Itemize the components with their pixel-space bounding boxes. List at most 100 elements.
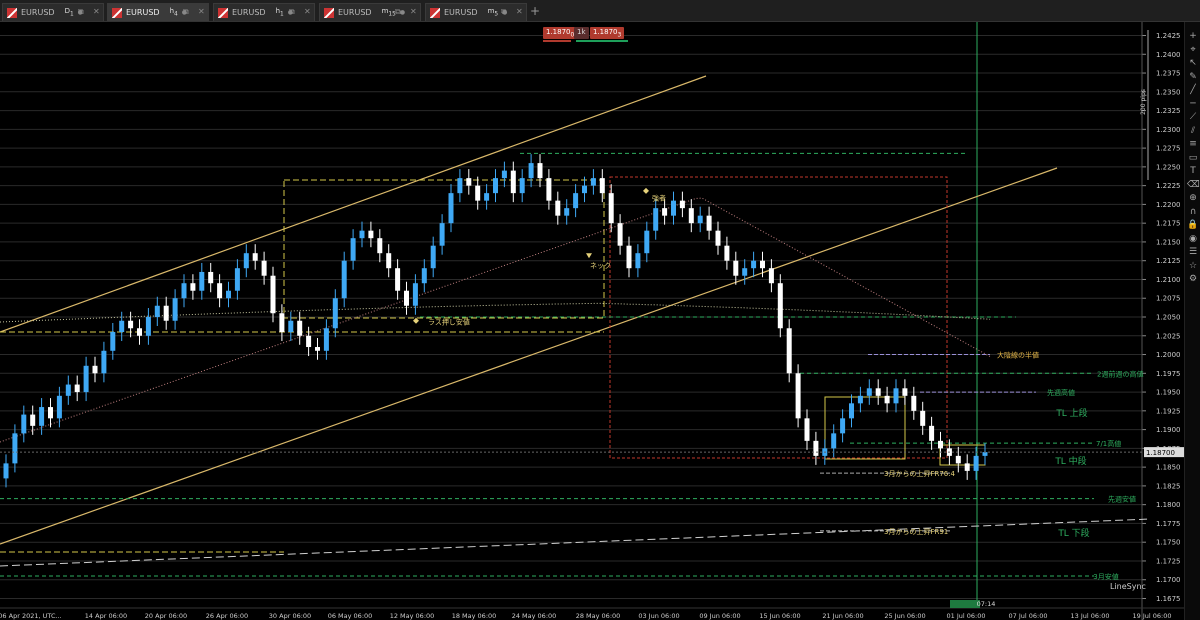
close-icon[interactable]: ✕ (516, 7, 523, 16)
trendline-icon[interactable]: ⟋ (1187, 111, 1199, 123)
sell-price-button[interactable]: 1.18700 (543, 27, 578, 39)
detach-icon[interactable]: ⧉ (289, 7, 295, 17)
candle-body (395, 268, 401, 291)
drawing-toolbar: + ⌖ ↖ ✎ ╱ ─ ⟋ ⫽ ≡ ▭ T ⌫ ⊕ ∩ 🔒 ◉ ☰ ☆ ⚙ (1184, 22, 1200, 620)
candle-body (902, 388, 908, 396)
candle-body (39, 407, 45, 426)
candle-body (208, 271, 214, 284)
plus-icon[interactable]: + (1187, 30, 1199, 42)
candle-body (653, 208, 659, 231)
tab-eurusd-m5[interactable]: EURUSD m5 ● ⧉ ✕ (425, 3, 527, 21)
y-tick-label: 1.2300 (1156, 126, 1181, 134)
line-icon[interactable]: ╱ (1187, 84, 1199, 96)
layer-icon[interactable]: ☰ (1187, 246, 1199, 258)
candle-body (234, 268, 240, 291)
candle-body (128, 320, 134, 329)
cursor-icon[interactable]: ↖ (1187, 57, 1199, 69)
candle-body (893, 388, 899, 404)
y-tick-label: 1.2275 (1156, 145, 1181, 153)
y-tick-label: 1.1700 (1156, 576, 1181, 584)
close-icon[interactable]: ✕ (410, 7, 417, 16)
close-icon[interactable]: ✕ (93, 7, 100, 16)
y-tick-label: 1.1775 (1156, 520, 1181, 528)
big-level-label: 大陰線の半値 (997, 351, 1039, 360)
candle-body (590, 178, 596, 186)
candle-body (644, 230, 650, 254)
y-tick-label: 1.2200 (1156, 201, 1181, 209)
candle-body (955, 455, 961, 464)
buy-price-button[interactable]: 1.18703 (590, 27, 625, 39)
x-tick-label: 26 Apr 06:00 (206, 612, 248, 620)
magnet-icon[interactable]: ∩ (1187, 206, 1199, 218)
star-icon[interactable]: ☆ (1187, 260, 1199, 272)
tab-eurusd-m15[interactable]: EURUSD m15 ● ⧉ ✕ (319, 3, 421, 21)
candle-body (608, 193, 614, 224)
eraser-icon[interactable]: ⌫ (1187, 179, 1200, 191)
y-tick-label: 1.2425 (1156, 32, 1181, 40)
candle-body (537, 163, 543, 179)
candle-body (715, 230, 721, 246)
last-week-high-label: 先週高値 (1047, 388, 1075, 397)
y-tick-label: 1.2350 (1156, 88, 1181, 96)
detach-icon[interactable]: ⧉ (395, 7, 401, 17)
candle-body (831, 433, 837, 449)
tab-eurusd-D1[interactable]: EURUSD D1 ● ⧉ ✕ (2, 3, 104, 21)
lock-icon[interactable]: 🔒 (1187, 219, 1199, 231)
candle-body (742, 268, 748, 276)
add-tab-icon[interactable]: + (530, 4, 540, 18)
candle-body (74, 384, 80, 393)
candle-body (65, 384, 71, 396)
eye-icon[interactable]: ◉ (1187, 233, 1199, 245)
chart-background (0, 22, 1200, 620)
y-tick-label: 1.1925 (1156, 407, 1181, 415)
channel-icon[interactable]: ⫽ (1187, 125, 1199, 137)
candle-body (83, 365, 89, 393)
x-tick-label: 21 Jun 06:00 (822, 612, 863, 620)
candle-body (279, 313, 285, 333)
candle-body (243, 253, 249, 269)
candle-body (840, 418, 846, 434)
candle-body (555, 200, 561, 216)
price-chart[interactable]: 1.2425 1.2400 1.2375 1.2350 1.2325 1.2300 1.22… (0, 22, 1200, 620)
candle-body (119, 320, 125, 333)
candle-body (21, 414, 27, 434)
settings-icon[interactable]: ⚙ (1187, 273, 1199, 285)
candle-body (448, 193, 454, 224)
fib-icon[interactable]: ≡ (1187, 138, 1199, 150)
tab-eurusd-h1[interactable]: EURUSD h1 ● ⧉ ✕ (213, 3, 315, 21)
lot-size[interactable]: 1k (574, 27, 589, 39)
pips-label: 200 pips (1140, 89, 1147, 115)
rectangle-icon[interactable]: ▭ (1187, 152, 1199, 164)
detach-icon[interactable]: ⧉ (501, 7, 507, 17)
zoom-icon[interactable]: ⊕ (1187, 192, 1199, 204)
candle-body (857, 395, 863, 404)
candle-body (421, 268, 427, 284)
candle-body (973, 455, 979, 471)
candle-body (199, 271, 205, 291)
hline-icon[interactable]: ─ (1187, 98, 1199, 110)
tab-timeframe: h1 (275, 7, 284, 18)
tab-eurusd-h4[interactable]: EURUSD h4 ● ⧉ ✕ (107, 3, 209, 21)
candle-body (795, 373, 801, 419)
tab-timeframe: m15 (381, 7, 396, 18)
x-tick-label: 25 Jun 06:00 (884, 612, 925, 620)
candle-body (733, 260, 739, 276)
candle-body (341, 260, 347, 299)
detach-icon[interactable]: ⧉ (78, 7, 84, 17)
x-tick-label: 18 May 06:00 (452, 612, 497, 620)
close-icon[interactable]: ✕ (198, 7, 205, 16)
close-icon[interactable]: ✕ (304, 7, 311, 16)
candle-body (297, 320, 303, 336)
candle-body (350, 238, 356, 261)
x-tick-label: 09 Jun 06:00 (699, 612, 740, 620)
chart-area[interactable]: 1.2425 1.2400 1.2375 1.2350 1.2325 1.2300 1.22… (0, 22, 1200, 620)
crosshair-icon[interactable]: ⌖ (1187, 44, 1199, 56)
pencil-icon[interactable]: ✎ (1187, 71, 1199, 83)
y-tick-label: 1.1800 (1156, 501, 1181, 509)
detach-icon[interactable]: ⧉ (183, 7, 189, 17)
candle-body (911, 395, 917, 411)
candle-body (751, 260, 757, 269)
text-icon[interactable]: T (1187, 165, 1199, 177)
sell-bar (543, 40, 571, 42)
neck-label: ネック (590, 262, 611, 270)
